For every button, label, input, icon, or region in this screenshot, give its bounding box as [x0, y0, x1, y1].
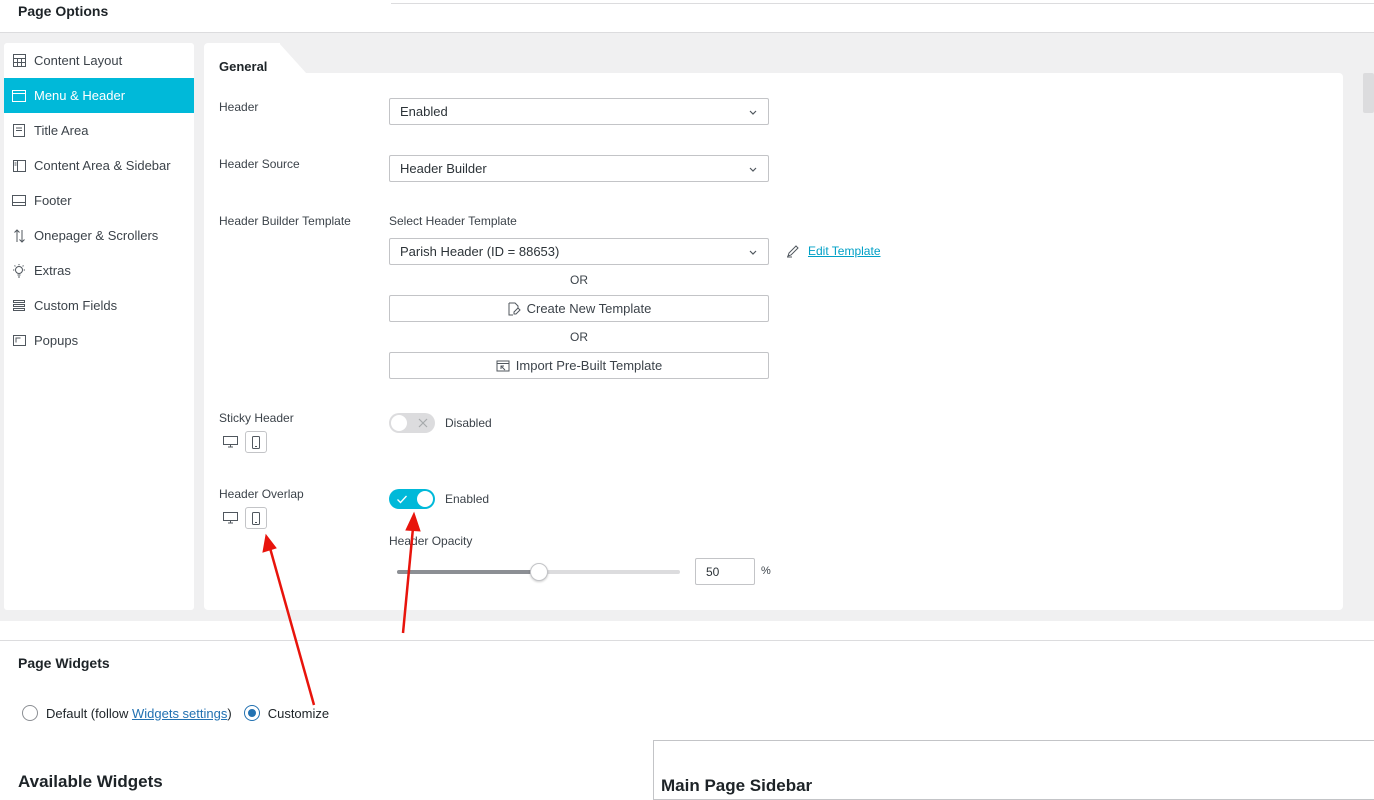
edit-template-link[interactable]: Edit Template — [786, 244, 881, 258]
default-option-label: Default (follow Widgets settings) — [46, 706, 232, 721]
nav-item-menu-header[interactable]: Menu & Header — [4, 78, 194, 113]
chevron-down-icon — [749, 167, 757, 172]
nav-item-label: Popups — [34, 333, 79, 348]
header-opacity-label: Header Opacity — [389, 534, 473, 548]
sticky-header-device-switcher — [219, 431, 267, 453]
create-new-template-button[interactable]: Create New Template — [389, 295, 769, 322]
nav-item-title-area[interactable]: Title Area — [4, 113, 194, 148]
page-widgets-title: Page Widgets — [18, 655, 110, 671]
nav-item-label: Footer — [34, 193, 72, 208]
nav-item-content-area-sidebar[interactable]: Content Area & Sidebar — [4, 148, 194, 183]
lightbulb-icon — [4, 263, 34, 278]
header-opacity-value: 50 — [706, 564, 720, 579]
scrollbar-thumb[interactable] — [1363, 73, 1374, 113]
pencil-icon — [787, 245, 799, 258]
chevron-down-icon — [749, 250, 757, 255]
mobile-icon[interactable] — [245, 431, 267, 453]
document-text-icon — [4, 124, 34, 137]
document-edit-icon — [508, 302, 521, 315]
list-lines-icon — [4, 300, 34, 311]
nav-item-custom-fields[interactable]: Custom Fields — [4, 288, 194, 323]
default-radio[interactable] — [22, 705, 38, 721]
page-options-header: Page Options — [0, 0, 1374, 33]
radio-dot — [247, 709, 256, 717]
nav-item-footer[interactable]: Footer — [4, 183, 194, 218]
desktop-icon[interactable] — [219, 431, 241, 453]
sticky-header-toggle[interactable] — [389, 413, 435, 433]
header-overlap-label: Header Overlap — [219, 487, 304, 501]
up-down-arrows-icon — [4, 228, 34, 243]
header-overlap-toggle[interactable] — [389, 489, 435, 509]
desktop-icon[interactable] — [219, 507, 241, 529]
sticky-header-state: Disabled — [445, 416, 492, 430]
page-options-title: Page Options — [18, 3, 109, 19]
widgets-settings-link[interactable]: Widgets settings — [132, 706, 227, 721]
nav-item-label: Title Area — [34, 123, 89, 138]
header-source-select-value: Header Builder — [400, 161, 487, 176]
page-widgets-options: Default (follow Widgets settings) Custom… — [22, 705, 329, 721]
nav-item-popups[interactable]: Popups — [4, 323, 194, 358]
header-select-value: Enabled — [400, 104, 448, 119]
available-widgets-title: Available Widgets — [18, 772, 163, 791]
check-icon — [397, 495, 407, 504]
popup-window-icon — [4, 335, 34, 346]
nav-item-onepager-scrollers[interactable]: Onepager & Scrollers — [4, 218, 194, 253]
edit-template-text: Edit Template — [808, 244, 881, 258]
customize-option-label: Customize — [267, 705, 330, 721]
header-overlap-device-switcher — [219, 507, 267, 529]
options-sidebar-nav: Content Layout Menu & Header Title Area … — [4, 43, 194, 610]
toggle-knob — [417, 491, 433, 507]
create-new-template-label: Create New Template — [526, 301, 652, 316]
window-header-icon — [4, 89, 34, 102]
or-separator: OR — [570, 330, 588, 344]
main-page-sidebar-box: Main Page Sidebar — [653, 740, 1374, 800]
close-icon — [418, 418, 428, 428]
mobile-icon[interactable] — [245, 507, 267, 529]
nav-item-content-layout[interactable]: Content Layout — [4, 43, 194, 78]
header-label: Header — [219, 100, 259, 114]
section-divider — [0, 640, 1374, 641]
settings-panel — [204, 73, 1343, 610]
nav-item-extras[interactable]: Extras — [4, 253, 194, 288]
nav-item-label: Content Area & Sidebar — [34, 158, 171, 173]
tab-slant-decoration — [279, 43, 307, 74]
nav-item-label: Onepager & Scrollers — [34, 228, 159, 243]
nav-item-label: Content Layout — [34, 53, 123, 68]
grid-icon — [4, 54, 34, 67]
nav-item-label: Extras — [34, 263, 71, 278]
nav-item-label: Custom Fields — [34, 298, 118, 313]
main-page-sidebar-title: Main Page Sidebar — [661, 776, 813, 795]
slider-handle[interactable] — [529, 563, 548, 581]
tab-general-label: General — [219, 59, 268, 74]
header-opacity-unit: % — [761, 565, 771, 577]
tab-general[interactable]: General — [204, 43, 280, 74]
import-prebuilt-template-label: Import Pre-Built Template — [515, 358, 663, 373]
import-icon — [496, 360, 510, 371]
import-prebuilt-template-button[interactable]: Import Pre-Built Template — [389, 352, 769, 379]
slider-fill — [397, 570, 539, 574]
header-select[interactable]: Enabled — [389, 98, 769, 125]
select-header-template-label: Select Header Template — [389, 214, 517, 228]
footer-layout-icon — [4, 195, 34, 206]
header-template-select[interactable]: Parish Header (ID = 88653) — [389, 238, 769, 265]
header-source-label: Header Source — [219, 157, 300, 171]
default-prefix: Default (follow — [46, 705, 132, 721]
toggle-knob — [391, 415, 407, 431]
default-suffix: ) — [227, 705, 232, 721]
header-builder-template-label: Header Builder Template — [219, 214, 351, 228]
header-opacity-slider[interactable] — [397, 563, 680, 581]
customize-radio[interactable] — [243, 705, 260, 721]
sidebar-layout-icon — [4, 159, 34, 172]
header-overlap-state: Enabled — [445, 492, 490, 506]
header-opacity-input[interactable]: 50 — [695, 558, 755, 585]
chevron-down-icon — [749, 110, 757, 115]
header-divider — [391, 3, 1374, 4]
or-separator: OR — [570, 273, 588, 287]
sticky-header-label: Sticky Header — [219, 411, 294, 425]
header-template-select-value: Parish Header (ID = 88653) — [400, 244, 560, 259]
nav-item-label: Menu & Header — [34, 88, 126, 103]
header-source-select[interactable]: Header Builder — [389, 155, 769, 182]
